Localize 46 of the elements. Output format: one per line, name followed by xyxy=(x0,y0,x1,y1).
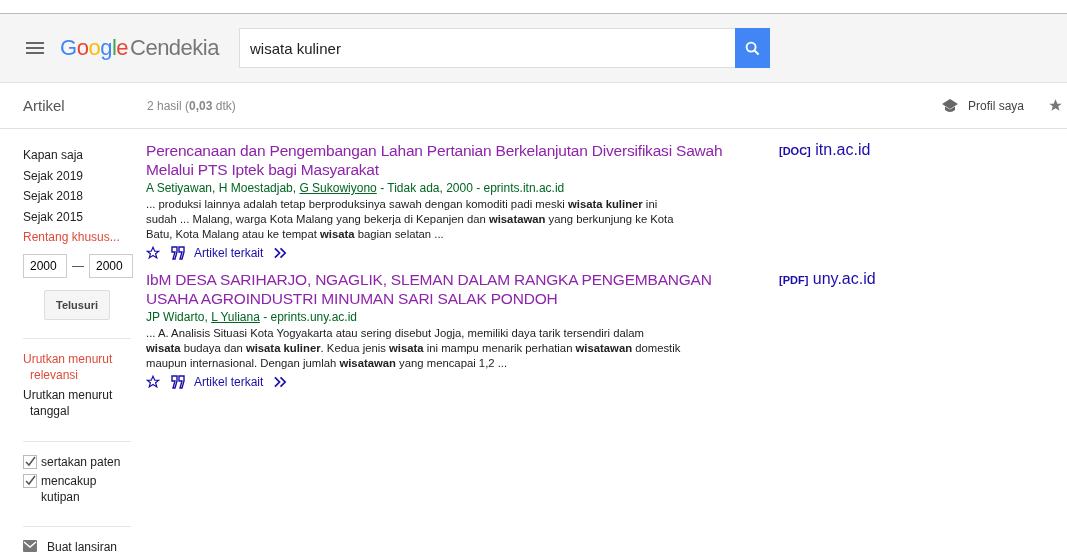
author-text: - Tidak ada, 2000 - eprints.itn.ac.id xyxy=(379,181,565,195)
time-filter-link[interactable]: Sejak 2015 xyxy=(23,206,131,227)
double-chevron-icon[interactable] xyxy=(273,247,289,259)
menu-icon[interactable] xyxy=(26,42,44,54)
sort-link[interactable]: Urutkan menurut relevansi xyxy=(23,350,131,383)
time-filter-link[interactable]: Sejak 2019 xyxy=(23,165,131,186)
telusuri-button[interactable]: Telusuri xyxy=(44,289,110,320)
time-filter-link[interactable]: Kapan saja xyxy=(23,145,131,166)
author-text: - eprints.uny.ac.id xyxy=(262,310,357,324)
section-title: Artikel xyxy=(23,97,66,114)
file-link[interactable]: [DOC] itn.ac.id xyxy=(779,141,871,260)
result-title-link[interactable]: Perencanaan dan Pengembangan Lahan Pertanian Berkelanjutan Diversifikasi Sawah Melalui PTS Iptek bagi Masyarakat xyxy=(146,141,726,179)
search-button[interactable] xyxy=(735,28,770,68)
option-label[interactable]: sertakan paten xyxy=(41,453,121,470)
star-icon[interactable] xyxy=(1048,98,1063,113)
create-alert-link[interactable]: Buat lansiran xyxy=(47,538,118,553)
range-dash: — xyxy=(72,258,84,273)
search-icon xyxy=(745,40,760,56)
result-snippet: ... A. Analisis Situasi Kota Yogyakarta atau sering disebut Jogja, memiliki daya tarik tersendiri dalam wisata budaya dan wisata kuliner. Kedua jenis wisata ini mampu menarik perhatian wisatawan domestik maupun internasional. Dengan jumlah wisatawan yang mencapai 1,2 ... xyxy=(146,326,681,371)
quote-icon[interactable] xyxy=(170,375,186,389)
related-articles-link[interactable]: Artikel terkait xyxy=(194,375,264,389)
author-text: JP Widarto, xyxy=(146,310,209,324)
author-link[interactable]: L Yuliana xyxy=(211,310,260,324)
result-stats: 2 hasil (0,03 dtk) xyxy=(147,98,236,113)
related-articles-link[interactable]: Artikel terkait xyxy=(194,246,264,260)
star-icon[interactable] xyxy=(146,246,160,260)
year-from-field[interactable]: 2000 xyxy=(23,253,67,278)
graduation-cap-icon xyxy=(941,98,958,113)
author-text: A Setiyawan, H Moestadjab, xyxy=(146,181,298,195)
profile-link[interactable]: Profil saya xyxy=(967,98,1024,113)
checkbox[interactable] xyxy=(23,473,37,488)
quote-icon[interactable] xyxy=(170,246,186,260)
checkbox[interactable] xyxy=(23,454,37,469)
star-icon[interactable] xyxy=(146,375,160,389)
author-link[interactable]: G Sukowiyono xyxy=(299,181,377,195)
year-to-field[interactable]: 2000 xyxy=(89,253,133,278)
logo[interactable]: GoogleCendekia xyxy=(60,35,239,61)
time-filter-link[interactable]: Sejak 2018 xyxy=(23,186,131,207)
result-title-link[interactable]: IbM DESA SARIHARJO, NGAGLIK, SLEMAN DALAM RANGKA PENGEMBANGAN USAHA AGROINDUSTRI MINUMAN SARI SALAK PONDOH xyxy=(146,270,726,308)
file-link[interactable]: [PDF] uny.ac.id xyxy=(779,270,876,389)
sort-link[interactable]: Urutkan menurut tanggal xyxy=(23,386,131,419)
search-field[interactable]: wisata kuliner xyxy=(239,28,735,68)
time-filter-link[interactable]: Rentang khusus... xyxy=(23,227,131,248)
result-snippet: ... produksi lainnya adalah tetap berproduksinya sawah dengan komoditi padi meski wisata kuliner ini sudah ... Malang, warga Kota Malang yang bekerja di Kepanjen dan wisatawan yang berkunjung ke Kota Batu, Kota Malang atau ke tempat wisata bagian selatan ... xyxy=(146,197,675,242)
double-chevron-icon[interactable] xyxy=(273,376,289,388)
option-label[interactable]: mencakup kutipan xyxy=(41,472,131,505)
